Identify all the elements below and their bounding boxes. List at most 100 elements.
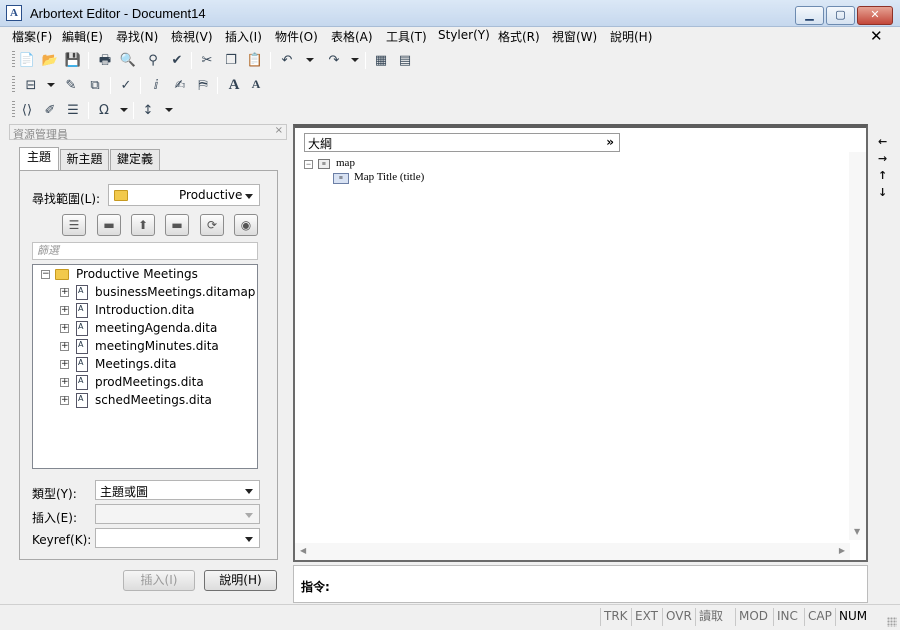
insert-button[interactable]: 插入(I) xyxy=(123,570,195,591)
copy-icon[interactable]: ❐ xyxy=(222,52,240,69)
filter-input[interactable]: 篩選 xyxy=(32,242,258,260)
print-preview-icon[interactable]: 🔍 xyxy=(119,52,137,69)
line-spacing-icon[interactable]: ↕ xyxy=(139,102,157,119)
menu-tools[interactable]: 工具(T) xyxy=(386,28,427,45)
resize-grip-icon[interactable] xyxy=(887,617,897,627)
spell-check-icon[interactable]: ✔ xyxy=(168,52,186,69)
undo-dropdown-icon[interactable] xyxy=(306,58,314,62)
horizontal-scrollbar[interactable]: ◀ ▶ xyxy=(295,543,850,560)
expand-icon[interactable]: + xyxy=(60,360,69,369)
line-spacing-dropdown-icon[interactable] xyxy=(165,108,173,112)
menu-insert[interactable]: 插入(I) xyxy=(225,28,262,45)
scroll-right-icon[interactable]: ▶ xyxy=(839,546,845,555)
keyref-select[interactable] xyxy=(95,528,260,548)
arrow-down-icon[interactable]: ↓ xyxy=(878,186,887,199)
document-close-icon[interactable]: ✕ xyxy=(870,27,883,45)
maximize-button[interactable]: ▢ xyxy=(826,6,855,25)
tree-item[interactable]: + A businessMeetings.ditamap xyxy=(33,284,257,302)
edit-markup-icon[interactable]: ✐ xyxy=(41,102,59,119)
table-icon[interactable]: ▦ xyxy=(372,52,390,69)
topic-list-icon[interactable]: ☰ xyxy=(62,214,86,236)
toolbar-grip[interactable] xyxy=(12,51,15,69)
tree-item[interactable]: + A schedMeetings.dita xyxy=(33,392,257,410)
menu-help[interactable]: 說明(H) xyxy=(610,28,652,45)
refresh-icon[interactable]: ⟳ xyxy=(200,214,224,236)
redo-dropdown-icon[interactable] xyxy=(351,58,359,62)
menu-window[interactable]: 視窗(W) xyxy=(552,28,597,45)
tree-root-row[interactable]: − Productive Meetings xyxy=(33,266,257,284)
arrow-right-icon[interactable]: → xyxy=(878,152,887,165)
insert-element-dropdown-icon[interactable] xyxy=(47,83,55,87)
web-resource-icon[interactable]: ◉ xyxy=(234,214,258,236)
change-element-icon[interactable]: ✎ xyxy=(62,77,80,94)
save-icon[interactable]: 💾 xyxy=(64,52,82,69)
redo-icon[interactable]: ↷ xyxy=(325,52,343,69)
minimize-button[interactable]: ▁ xyxy=(795,6,824,25)
document-editor[interactable]: 大綱 » − ≡ map ≡ Map Title (title) ▼ ◀ ▶ xyxy=(293,124,868,562)
special-character-dropdown-icon[interactable] xyxy=(120,108,128,112)
paste-icon[interactable]: 📋 xyxy=(246,52,264,69)
check-completeness-icon[interactable]: ✓ xyxy=(117,77,135,94)
scroll-down-icon[interactable]: ▼ xyxy=(854,527,860,536)
resource-tree[interactable]: − Productive Meetings + A businessMeetin… xyxy=(32,264,258,469)
expand-icon[interactable]: + xyxy=(60,396,69,405)
scroll-left-icon[interactable]: ◀ xyxy=(300,546,306,555)
menu-edit[interactable]: 編輯(E) xyxy=(62,28,103,45)
tab-key-definitions[interactable]: 鍵定義 xyxy=(110,149,160,170)
command-line[interactable]: 指令: xyxy=(293,565,868,603)
modify-id-icon[interactable]: ⅈ xyxy=(147,77,165,94)
expand-icon[interactable]: + xyxy=(60,306,69,315)
print-icon[interactable]: 🖶 xyxy=(96,52,114,69)
tab-new-topic[interactable]: 新主題 xyxy=(60,149,109,170)
menu-table[interactable]: 表格(A) xyxy=(331,28,373,45)
folder-up-icon[interactable]: ⬆ xyxy=(131,214,155,236)
toolbar-grip[interactable] xyxy=(12,101,15,119)
cut-icon[interactable]: ✂ xyxy=(198,52,216,69)
find-binoculars-icon[interactable]: ⚲ xyxy=(144,52,162,69)
tree-item[interactable]: + A prodMeetings.dita xyxy=(33,374,257,392)
new-folder-icon[interactable]: ▬ xyxy=(165,214,189,236)
tab-topic[interactable]: 主題 xyxy=(19,147,59,171)
collapse-icon[interactable]: − xyxy=(304,160,313,169)
decrease-font-icon[interactable]: A xyxy=(247,77,265,94)
arrow-up-icon[interactable]: ↑ xyxy=(878,169,887,182)
expand-icon[interactable]: + xyxy=(60,288,69,297)
entity-icon[interactable]: ⛿ xyxy=(194,77,212,94)
menu-format[interactable]: 格式(R) xyxy=(498,28,540,45)
outline-more-icon[interactable]: » xyxy=(606,135,614,149)
folder-gray-icon[interactable]: ▬ xyxy=(97,214,121,236)
menu-view[interactable]: 檢視(V) xyxy=(171,28,213,45)
window-close-button[interactable]: ✕ xyxy=(857,6,893,25)
tree-item[interactable]: + A meetingAgenda.dita xyxy=(33,320,257,338)
expand-icon[interactable]: + xyxy=(60,342,69,351)
split-element-icon[interactable]: ⧉ xyxy=(86,77,104,94)
open-folder-icon[interactable]: 📂 xyxy=(41,52,59,69)
modify-attributes-icon[interactable]: ✍ xyxy=(171,77,189,94)
panel-splitter[interactable] xyxy=(288,124,292,604)
insert-select[interactable] xyxy=(95,504,260,524)
search-scope-select[interactable]: Productive xyxy=(108,184,260,206)
outline-view-icon[interactable]: ▤ xyxy=(396,52,414,69)
menu-file[interactable]: 檔案(F) xyxy=(12,28,52,45)
arrow-left-icon[interactable]: ← xyxy=(878,135,887,148)
collapse-icon[interactable]: − xyxy=(41,270,50,279)
increase-font-icon[interactable]: A xyxy=(225,77,243,94)
menu-object[interactable]: 物件(O) xyxy=(275,28,318,45)
menu-styler[interactable]: Styler(Y) xyxy=(438,28,490,42)
tree-item[interactable]: + A Introduction.dita xyxy=(33,302,257,320)
tree-item[interactable]: + A Meetings.dita xyxy=(33,356,257,374)
help-button[interactable]: 說明(H) xyxy=(204,570,277,591)
expand-icon[interactable]: + xyxy=(60,324,69,333)
tree-item[interactable]: + A meetingMinutes.dita xyxy=(33,338,257,356)
special-character-icon[interactable]: Ω xyxy=(95,102,113,119)
type-select[interactable]: 主題或圖 xyxy=(95,480,260,500)
menu-find[interactable]: 尋找(N) xyxy=(116,28,158,45)
insert-markup-icon[interactable]: ⟨⟩ xyxy=(18,102,36,119)
insert-list-icon[interactable]: ☰ xyxy=(64,102,82,119)
toolbar-grip[interactable] xyxy=(12,76,15,94)
new-document-icon[interactable]: 📄 xyxy=(18,52,36,69)
vertical-scrollbar[interactable]: ▼ xyxy=(849,152,866,540)
undo-icon[interactable]: ↶ xyxy=(278,52,296,69)
insert-element-icon[interactable]: ⊟ xyxy=(22,77,40,94)
expand-icon[interactable]: + xyxy=(60,378,69,387)
